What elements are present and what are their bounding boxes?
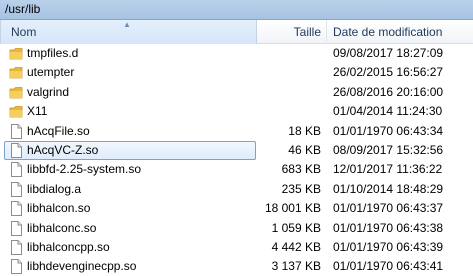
file-icon bbox=[9, 142, 23, 158]
folder-icon bbox=[9, 85, 23, 100]
file-name[interactable]: hAcqVC-Z.so bbox=[27, 141, 98, 160]
folder-icon bbox=[9, 104, 23, 119]
file-row[interactable]: tmpfiles.d 09/08/2017 18:27:09 bbox=[0, 44, 473, 63]
file-date: 01/04/2014 11:24:30 bbox=[333, 104, 443, 119]
folder-icon bbox=[9, 65, 23, 80]
column-header: ▲ Nom Taille Date de modification bbox=[0, 20, 473, 44]
file-size: 1 059 KB bbox=[271, 220, 321, 235]
file-size: 683 KB bbox=[281, 162, 321, 177]
file-date: 12/01/2017 11:36:22 bbox=[333, 162, 443, 177]
file-name[interactable]: libbfd-2.25-system.so bbox=[27, 160, 141, 179]
file-date: 26/02/2015 16:56:27 bbox=[333, 65, 444, 80]
file-row[interactable]: libhalconc.so 1 059 KB 01/01/1970 06:43:38 bbox=[0, 219, 473, 238]
file-date: 01/01/1970 06:43:41 bbox=[333, 259, 444, 274]
file-icon bbox=[9, 259, 23, 275]
column-header-size[interactable]: Taille bbox=[257, 20, 327, 44]
file-icon bbox=[9, 123, 23, 139]
file-name[interactable]: tmpfiles.d bbox=[27, 44, 78, 63]
file-name[interactable]: X11 bbox=[27, 102, 47, 121]
column-header-date[interactable]: Date de modification bbox=[327, 20, 473, 44]
file-row[interactable]: valgrind 26/08/2016 20:16:00 bbox=[0, 83, 473, 102]
file-name[interactable]: hAcqFile.so bbox=[27, 122, 90, 141]
file-name[interactable]: libhalconcpp.so bbox=[27, 238, 110, 257]
file-icon bbox=[9, 220, 23, 236]
file-name[interactable]: libdialog.a bbox=[27, 180, 81, 199]
file-date: 01/01/1970 06:43:39 bbox=[333, 239, 444, 254]
column-header-name[interactable]: ▲ Nom bbox=[0, 20, 257, 44]
sort-ascending-icon: ▲ bbox=[123, 20, 131, 29]
file-row[interactable]: libdialog.a 235 KB 01/10/2014 18:48:29 bbox=[0, 180, 473, 199]
file-size: 18 001 KB bbox=[264, 201, 321, 216]
file-name[interactable]: valgrind bbox=[27, 83, 69, 102]
column-header-name-label: Nom bbox=[11, 25, 37, 39]
file-date: 01/01/1970 06:43:37 bbox=[333, 201, 444, 216]
file-date: 09/08/2017 18:27:09 bbox=[333, 46, 444, 60]
file-row[interactable]: libbfd-2.25-system.so 683 KB 12/01/2017 11… bbox=[0, 160, 473, 179]
file-row[interactable]: libhalcon.so 18 001 KB 01/01/1970 06:43:37 bbox=[0, 199, 473, 218]
file-icon bbox=[9, 239, 23, 255]
file-row[interactable]: utempter 26/02/2015 16:56:27 bbox=[0, 63, 473, 82]
file-row[interactable]: libhalconcpp.so 4 442 KB 01/01/1970 06:43:… bbox=[0, 238, 473, 257]
file-date: 26/08/2016 20:16:00 bbox=[333, 84, 444, 99]
file-size: 46 KB bbox=[288, 142, 321, 157]
file-name[interactable]: libhalcon.so bbox=[27, 199, 90, 218]
file-name[interactable]: libhdevenginecpp.so bbox=[27, 257, 136, 276]
window-title: /usr/lib bbox=[0, 0, 473, 20]
folder-icon bbox=[9, 46, 23, 61]
file-row[interactable]: hAcqVC-Z.so 46 KB 08/09/2017 15:32:56 bbox=[0, 140, 473, 160]
file-name[interactable]: utempter bbox=[27, 63, 74, 82]
file-row[interactable]: hAcqFile.so 18 KB 01/01/1970 06:43:34 bbox=[0, 122, 473, 141]
file-icon bbox=[9, 162, 23, 178]
file-icon bbox=[9, 201, 23, 217]
file-date: 08/09/2017 15:32:56 bbox=[333, 142, 444, 157]
file-row[interactable]: libhdevenginecpp.so 3 137 KB 01/01/1970 06… bbox=[0, 257, 473, 276]
file-size: 4 442 KB bbox=[271, 239, 321, 254]
file-size: 3 137 KB bbox=[271, 259, 321, 274]
file-size: 18 KB bbox=[288, 123, 321, 138]
file-row[interactable]: X11 01/04/2014 11:24:30 bbox=[0, 102, 473, 121]
file-date: 01/01/1970 06:43:34 bbox=[333, 123, 444, 138]
file-icon bbox=[9, 181, 23, 197]
file-size: 235 KB bbox=[281, 181, 321, 196]
file-date: 01/01/1970 06:43:38 bbox=[333, 220, 444, 235]
file-date: 01/10/2014 18:48:29 bbox=[333, 181, 444, 196]
file-name[interactable]: libhalconc.so bbox=[27, 219, 96, 238]
file-list: tmpfiles.d 09/08/2017 18:27:09 utempter 26/… bbox=[0, 44, 473, 276]
